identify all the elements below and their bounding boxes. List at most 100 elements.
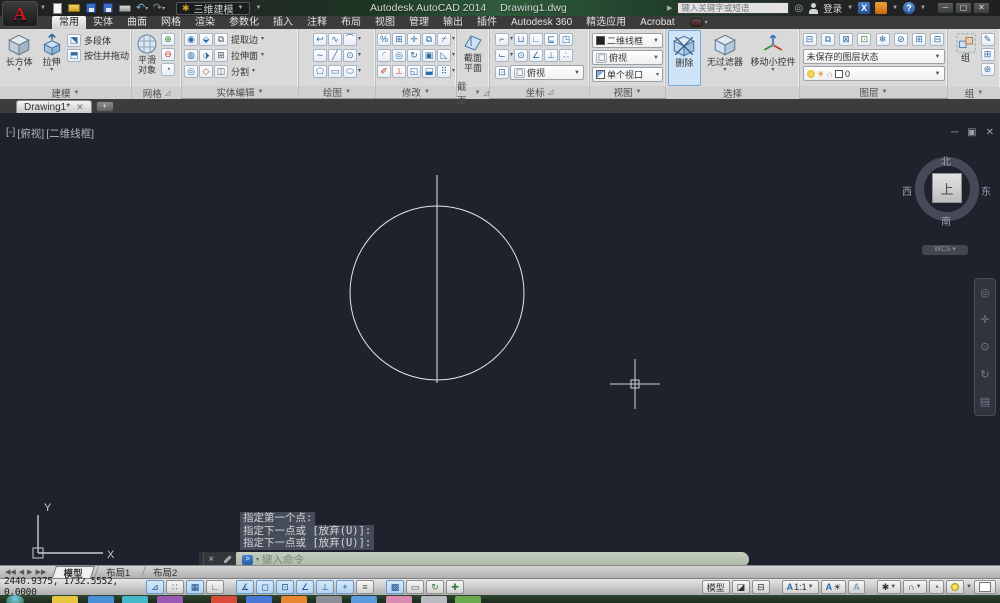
explode-icon[interactable]: % <box>377 33 391 46</box>
toolbar-lock-button[interactable]: ∩ ▼ <box>903 580 927 594</box>
named-view-dropdown[interactable]: ◻ 俯视 ▼ <box>592 50 663 65</box>
section-plane-button[interactable]: 截面 平面 <box>459 30 487 86</box>
tab-annotate[interactable]: 注释 <box>300 16 334 29</box>
taskbar-app-icon[interactable] <box>455 596 481 603</box>
otrack-toggle[interactable]: ∠ <box>296 580 314 594</box>
isolate-objects-button[interactable] <box>946 580 965 594</box>
plot-button[interactable] <box>118 2 132 14</box>
signin-button[interactable]: 登录 <box>823 1 842 15</box>
panel-label-coordinates[interactable]: 坐标 ◿ <box>490 86 589 99</box>
gizmo-button[interactable]: 移动小控件 ▾ <box>749 30 797 86</box>
tab-insert[interactable]: 插入 <box>266 16 300 29</box>
spline-icon[interactable]: ∼ <box>312 49 327 62</box>
tab-layout[interactable]: 布局 <box>334 16 368 29</box>
layer-off-icon[interactable]: ⊘ <box>893 33 908 46</box>
panel-label-group[interactable]: 组 ▼ <box>948 87 1000 100</box>
move-icon[interactable]: ✛ <box>407 33 421 46</box>
tab-model[interactable]: 模型 <box>52 566 96 580</box>
scale-icon[interactable]: ◱ <box>407 65 421 78</box>
tab-plugins[interactable]: 插件 <box>470 16 504 29</box>
separate-button[interactable]: ◫ 分割 ▾ <box>214 65 255 78</box>
next-layout-icon[interactable]: ▶ <box>27 568 32 576</box>
presspull-button[interactable]: ⬒ 按住并拖动 <box>66 49 129 62</box>
record-icon[interactable] <box>689 18 703 27</box>
file-tab-close-icon[interactable]: ✕ <box>76 102 84 113</box>
array-icon[interactable]: ⊞ <box>392 33 406 46</box>
tab-solid[interactable]: 实体 <box>86 16 120 29</box>
help-icon[interactable]: ? <box>903 2 916 14</box>
app-menu-arrow-icon[interactable]: ▼ <box>40 5 46 11</box>
command-input-area[interactable]: > ▾ <box>236 552 749 565</box>
viewport-view-control[interactable]: [俯视] <box>17 126 44 141</box>
tab-output[interactable]: 输出 <box>436 16 470 29</box>
array-rect-icon[interactable]: ⠿ <box>437 65 451 78</box>
union-icon[interactable]: ◉ <box>184 33 198 46</box>
panel-label-solid-editing[interactable]: 实体编辑 ▼ <box>182 86 298 99</box>
workspace-dropdown[interactable]: ✱ 三维建模 ▼ <box>176 1 250 16</box>
lineweight-toggle[interactable]: ≡ <box>356 580 374 594</box>
selection-cycling-toggle[interactable]: ↻ <box>426 580 444 594</box>
prev-layout-icon[interactable]: ◀ <box>19 568 24 576</box>
extract-edges-button[interactable]: ⧉ 提取边 ▾ <box>214 33 264 46</box>
taskbar-app-icon[interactable] <box>157 596 183 603</box>
maximize-button[interactable]: ▢ <box>955 2 972 14</box>
layer-prev-icon[interactable]: ⊠ <box>839 33 854 46</box>
status-menu-arrow[interactable]: ▼ <box>966 584 972 590</box>
taskbar-app-icon[interactable] <box>351 596 377 603</box>
app-menu-button[interactable]: A <box>2 1 38 27</box>
polyline-icon[interactable]: ↩ <box>312 33 327 46</box>
ucs-prev-icon[interactable]: ∟ <box>529 33 544 46</box>
layer-dropdown[interactable]: ☀ ∩ 0 ▼ <box>802 66 945 81</box>
taskbar-app-icon[interactable] <box>421 596 447 603</box>
no-filter-button[interactable]: 无过滤器 ▾ <box>704 30 746 86</box>
trim-icon[interactable]: ⌿ <box>437 33 451 46</box>
extrude-face-button[interactable]: ⊞ 拉伸面 ▾ <box>214 49 264 62</box>
command-customize-icon[interactable] <box>222 555 232 564</box>
new-drawing-tab-button[interactable]: + <box>95 101 114 112</box>
line-icon[interactable]: ╱ <box>327 49 342 62</box>
group-edit-icon[interactable]: ⊞ <box>980 48 995 61</box>
visual-style-dropdown[interactable]: 二维线框 ▼ <box>592 33 663 48</box>
osnap-toggle[interactable]: ◻ <box>256 580 274 594</box>
steering-wheel-icon[interactable]: ◎ <box>980 286 990 299</box>
help-arrow-icon[interactable]: ▼ <box>920 5 926 11</box>
search-icon[interactable]: ◎ <box>794 3 803 14</box>
intersect-icon[interactable]: ◎ <box>184 65 198 78</box>
qat-customize-arrow[interactable]: ▼ <box>256 5 262 11</box>
ucs-object-icon[interactable]: ⊑ <box>544 33 559 46</box>
panel-label-view[interactable]: 视图 ▼ <box>590 86 665 99</box>
panel-label-section[interactable]: 截面 ▼ ◿ <box>457 82 489 107</box>
tab-home[interactable]: 常用 <box>52 16 86 29</box>
annotation-visibility-button[interactable]: A ☀ <box>820 580 847 594</box>
viewport-config-dropdown[interactable]: 单个视口 ▾ <box>592 67 663 82</box>
layer-unlock-state-icon[interactable]: ∩ <box>827 69 833 78</box>
infer-constraints-toggle[interactable]: ⊿ <box>146 580 164 594</box>
showmotion-icon[interactable]: ▤ <box>980 395 990 408</box>
panel-label-selection[interactable]: 选择 <box>666 87 799 100</box>
thicken-icon[interactable]: ⬗ <box>199 49 213 62</box>
group-select-icon[interactable]: ⊛ <box>980 63 995 76</box>
exchange-apps-icon[interactable]: X <box>858 2 871 14</box>
ellipse-icon[interactable]: ⬭ <box>342 65 357 78</box>
layer-state-dropdown[interactable]: 未保存的图层状态 ▼ <box>802 49 945 64</box>
viewcube-top-face[interactable]: 上 <box>932 173 962 203</box>
viewport-visual-style-control[interactable]: [二维线框] <box>46 126 94 141</box>
model-space-button[interactable]: 模型 <box>701 580 730 594</box>
taskbar-app-icon[interactable] <box>386 596 412 603</box>
ucs-origin-icon[interactable]: ⊙ <box>514 49 529 62</box>
panel-label-draw[interactable]: 绘图 ▼ <box>299 86 375 99</box>
drawing-close-icon[interactable]: ✕ <box>986 127 994 138</box>
tab-surface[interactable]: 曲面 <box>120 16 154 29</box>
saveas-button[interactable] <box>101 2 115 14</box>
taskbar-app-icon[interactable] <box>316 596 342 603</box>
undo-button[interactable]: ↶ ▾ <box>135 2 149 14</box>
ucs-named-icon[interactable]: ⌙ <box>495 49 509 62</box>
layer-on-icon[interactable] <box>806 69 815 78</box>
start-button[interactable] <box>6 595 24 603</box>
subtract-icon[interactable]: ◍ <box>184 49 198 62</box>
tab-mesh[interactable]: 网格 <box>154 16 188 29</box>
erase-button[interactable]: 删除 <box>668 30 701 86</box>
ungroup-icon[interactable]: ✎ <box>980 33 995 46</box>
quick-properties-toggle[interactable]: ▭ <box>406 580 424 594</box>
redo-button[interactable]: ↷ ▾ <box>152 2 166 14</box>
